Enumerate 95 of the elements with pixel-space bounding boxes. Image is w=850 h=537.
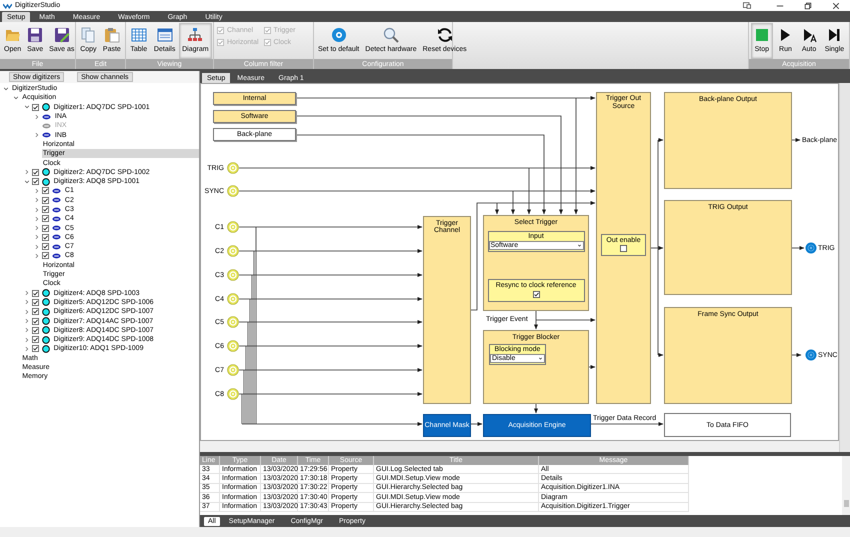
table-grid-icon [130, 27, 147, 43]
connector-icon [227, 316, 239, 328]
hierarchy-icon [187, 27, 204, 43]
channel-icon [52, 252, 61, 259]
logo-icon [3, 2, 12, 8]
collapse-chevron-icon[interactable] [24, 104, 30, 110]
expand-chevron-icon[interactable] [24, 290, 30, 296]
connector-icon [227, 245, 239, 257]
expand-chevron-icon[interactable] [34, 252, 40, 259]
checkbox[interactable] [32, 336, 39, 344]
checkbox[interactable] [42, 224, 49, 232]
channel-icon [52, 225, 61, 232]
channel-icon [42, 122, 51, 129]
connector-arrow [792, 353, 802, 357]
window-icon [156, 27, 173, 43]
refresh-icon [436, 27, 453, 43]
checkbox[interactable] [42, 187, 49, 194]
checkbox[interactable] [32, 298, 39, 306]
checkbox[interactable] [32, 290, 39, 297]
connector-icon [227, 269, 239, 281]
target-icon [330, 27, 347, 43]
checkbox[interactable] [42, 215, 49, 222]
expand-chevron-icon[interactable] [24, 169, 30, 176]
folder-icon [4, 27, 21, 43]
checkbox[interactable] [532, 291, 540, 298]
connector-icon [227, 293, 239, 305]
chevron-down-icon [576, 243, 582, 248]
channel-icon [42, 114, 51, 120]
checkbox[interactable] [32, 326, 39, 334]
checkbox[interactable] [32, 308, 39, 316]
collapse-chevron-icon[interactable] [13, 94, 20, 101]
expand-chevron-icon[interactable] [34, 225, 40, 232]
channel-icon [52, 234, 61, 240]
connector-icon [227, 340, 239, 352]
expand-chevron-icon[interactable] [34, 114, 40, 120]
channel-icon [52, 206, 61, 212]
expand-chevron-icon[interactable] [34, 216, 40, 222]
connector-icon [227, 221, 239, 233]
connector-icon [227, 388, 239, 400]
expand-chevron-icon[interactable] [24, 327, 30, 334]
collapse-chevron-icon[interactable] [24, 178, 30, 185]
connector-arrow [470, 422, 482, 426]
cast-icon[interactable] [743, 2, 751, 9]
checkbox[interactable] [42, 243, 49, 250]
connector-arrow [650, 246, 664, 250]
checkbox[interactable] [32, 178, 39, 186]
connector-arrow [792, 138, 800, 142]
expand-chevron-icon[interactable] [34, 197, 40, 204]
skip-forward-icon [826, 27, 842, 43]
connector-icon [805, 349, 817, 361]
scrollbar[interactable] [842, 456, 850, 515]
checkbox[interactable] [42, 206, 49, 213]
connector-icon [227, 162, 239, 174]
expand-chevron-icon[interactable] [24, 346, 30, 352]
maximize-icon[interactable] [804, 2, 812, 10]
checkbox[interactable] [32, 345, 39, 352]
expand-chevron-icon[interactable] [34, 206, 40, 212]
close-icon[interactable] [832, 2, 840, 10]
channel-icon [52, 197, 61, 204]
expand-chevron-icon[interactable] [24, 318, 30, 324]
copy-pages-icon [80, 27, 96, 43]
checkbox[interactable] [42, 196, 49, 204]
connector-icon [805, 242, 817, 254]
play-auto-icon [801, 27, 818, 43]
connector-arrow [588, 365, 596, 369]
channel-icon [52, 216, 61, 222]
connector-arrow [534, 404, 538, 414]
expand-chevron-icon[interactable] [34, 188, 40, 194]
chevron-down-icon [538, 356, 543, 361]
connector-arrow [792, 246, 804, 250]
clipboard-icon [104, 27, 120, 43]
digitizer-icon [42, 103, 50, 112]
checkbox[interactable] [42, 252, 49, 260]
checkbox[interactable] [620, 245, 627, 252]
checkbox[interactable] [42, 234, 49, 241]
channel-icon [42, 132, 51, 138]
expand-chevron-icon[interactable] [34, 244, 40, 250]
checkbox[interactable] [32, 168, 39, 176]
expand-chevron-icon[interactable] [24, 308, 30, 315]
connector-icon [227, 185, 239, 197]
expand-chevron-icon[interactable] [34, 234, 40, 240]
checkbox[interactable] [32, 318, 39, 325]
channel-icon [52, 244, 61, 250]
channel-icon [52, 188, 61, 194]
floppy-disk-pencil-icon [54, 27, 70, 43]
connector-icon [227, 364, 239, 376]
expand-chevron-icon[interactable] [24, 299, 30, 306]
collapse-chevron-icon[interactable] [3, 86, 9, 92]
connector-arrow [658, 138, 664, 142]
expand-chevron-icon[interactable] [34, 132, 40, 138]
expand-chevron-icon[interactable] [24, 336, 30, 343]
stop-icon [754, 27, 770, 43]
connector-arrow [658, 353, 664, 357]
search-icon [382, 27, 399, 43]
checkbox[interactable] [32, 104, 39, 111]
